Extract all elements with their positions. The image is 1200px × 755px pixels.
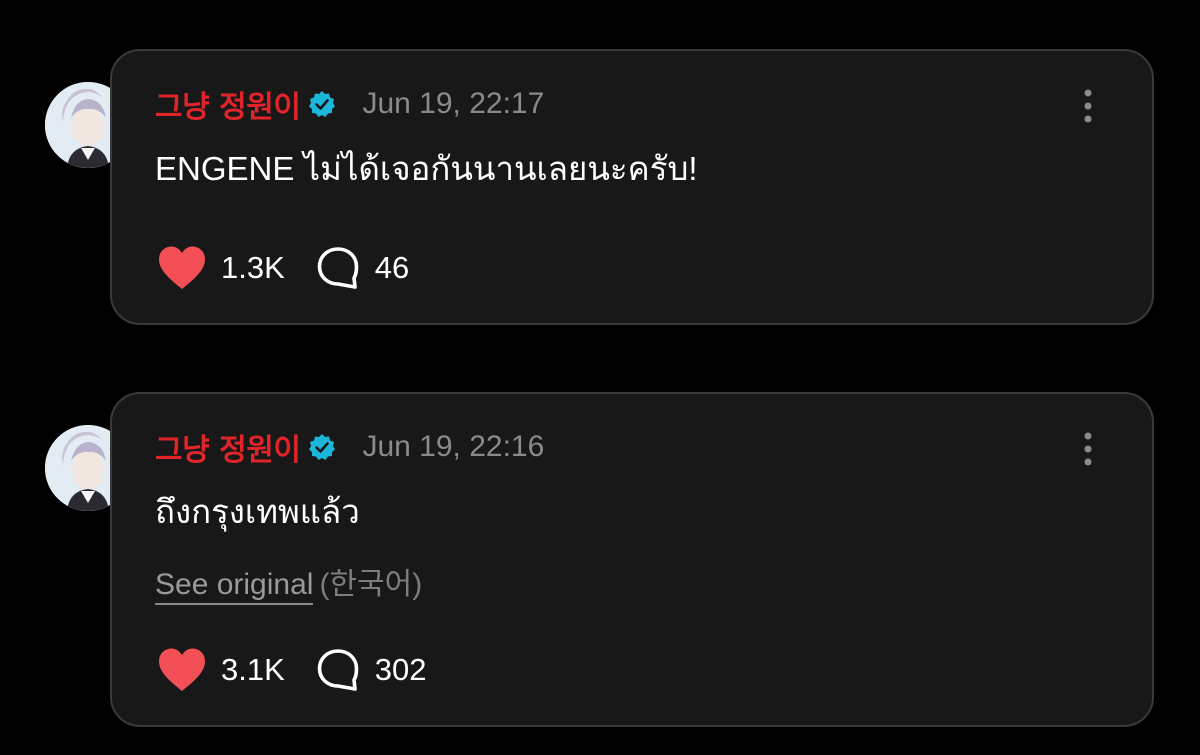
comment-bubble-icon[interactable] (315, 245, 361, 291)
author-name[interactable]: 그냥 정원이 (155, 425, 301, 469)
comment-count: 46 (374, 250, 410, 285)
post-actions: 1.3K 46 (157, 243, 409, 293)
post-text: ถึงกรุงเทพแล้ว (155, 493, 360, 530)
post-actions: 3.1K 302 (157, 645, 427, 695)
comment-count: 302 (374, 652, 427, 687)
post-text: ENGENE ไม่ได้เจอกันนานเลยนะครับ! (155, 150, 698, 187)
post-card: 그냥 정원이 Jun 19, 22:16 ถึงกรุงเทพแล้ว See … (110, 392, 1154, 727)
comment-bubble-icon[interactable] (315, 647, 361, 693)
like-count: 1.3K (221, 250, 285, 285)
heart-icon[interactable] (157, 245, 207, 291)
see-original-link[interactable]: See original (155, 568, 314, 605)
heart-icon[interactable] (157, 647, 207, 693)
verified-badge-icon (308, 90, 336, 118)
more-vertical-icon[interactable] (1076, 87, 1100, 127)
verified-badge-icon (308, 433, 336, 461)
post-timestamp: Jun 19, 22:17 (362, 87, 545, 120)
like-count: 3.1K (221, 652, 285, 687)
translation-note: See original (한국어) (155, 559, 423, 605)
post-header: 그냥 정원이 Jun 19, 22:17 (155, 81, 544, 127)
original-language: (한국어) (319, 568, 423, 601)
author-name[interactable]: 그냥 정원이 (155, 82, 301, 126)
post-header: 그냥 정원이 Jun 19, 22:16 (155, 424, 544, 470)
post-timestamp: Jun 19, 22:16 (362, 430, 545, 463)
feed: 그냥 정원이 Jun 19, 22:17 ENGENE ไม่ได้เจอกัน… (0, 0, 1200, 755)
more-vertical-icon[interactable] (1076, 430, 1100, 470)
post-card: 그냥 정원이 Jun 19, 22:17 ENGENE ไม่ได้เจอกัน… (110, 49, 1154, 325)
